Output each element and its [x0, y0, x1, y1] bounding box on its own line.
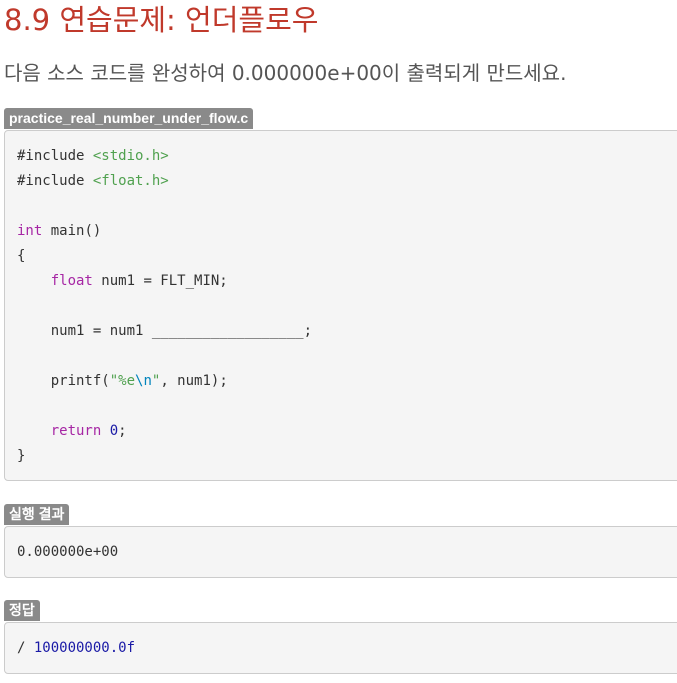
code-token: 0 [109, 423, 119, 439]
code-line: } [17, 444, 677, 469]
code-line: return 0; [17, 419, 677, 444]
source-filename-label: practice_real_number_under_flow.c [4, 108, 254, 129]
result-output: 0.000000e+00 [17, 544, 119, 560]
code-token: #include [17, 148, 93, 164]
answer-block[interactable]: / 100000000.0f [4, 622, 677, 674]
code-token: <stdio.h> [92, 148, 169, 164]
code-line: { [17, 244, 677, 269]
code-line: num1 = num1 __________________; [17, 319, 677, 344]
source-code-block[interactable]: #include <stdio.h> #include <float.h> int … [4, 130, 677, 481]
code-line: #include <stdio.h> [17, 144, 677, 169]
code-token: <float.h> [92, 173, 169, 189]
result-label: 실행 결과 [4, 504, 70, 525]
code-token: ; [118, 423, 127, 439]
code-token: #include [17, 173, 93, 189]
code-token: printf( [17, 373, 110, 389]
code-line: int main() [17, 219, 677, 244]
code-token: / [17, 640, 34, 656]
code-token: 100000000.0f [33, 640, 136, 656]
code-token: num1 = num1 __________________; [17, 323, 313, 339]
code-token: "%e [109, 373, 136, 389]
code-token: { [17, 248, 26, 264]
code-token: int [17, 223, 43, 239]
code-token: return [50, 423, 102, 439]
page-title: 8.9 연습문제: 언더플로우 [4, 3, 319, 37]
code-token: , num1); [160, 373, 228, 389]
result-output-block[interactable]: 0.000000e+00 [4, 526, 677, 578]
code-line: float num1 = FLT_MIN; [17, 269, 677, 294]
code-token: } [17, 448, 26, 464]
code-token: float [50, 273, 93, 289]
code-line: printf("%e\n", num1); [17, 369, 677, 394]
answer-code: / 100000000.0f [17, 636, 677, 661]
code-token: main() [42, 223, 102, 239]
code-token: num1 = FLT_MIN; [92, 273, 228, 289]
source-code: #include <stdio.h> #include <float.h> int … [17, 144, 677, 469]
code-token: \n [135, 373, 152, 389]
code-line: #include <float.h> [17, 169, 677, 194]
answer-label: 정답 [4, 600, 40, 621]
instruction-text: 다음 소스 코드를 완성하여 0.000000e+00이 출력되게 만드세요. [4, 61, 567, 85]
